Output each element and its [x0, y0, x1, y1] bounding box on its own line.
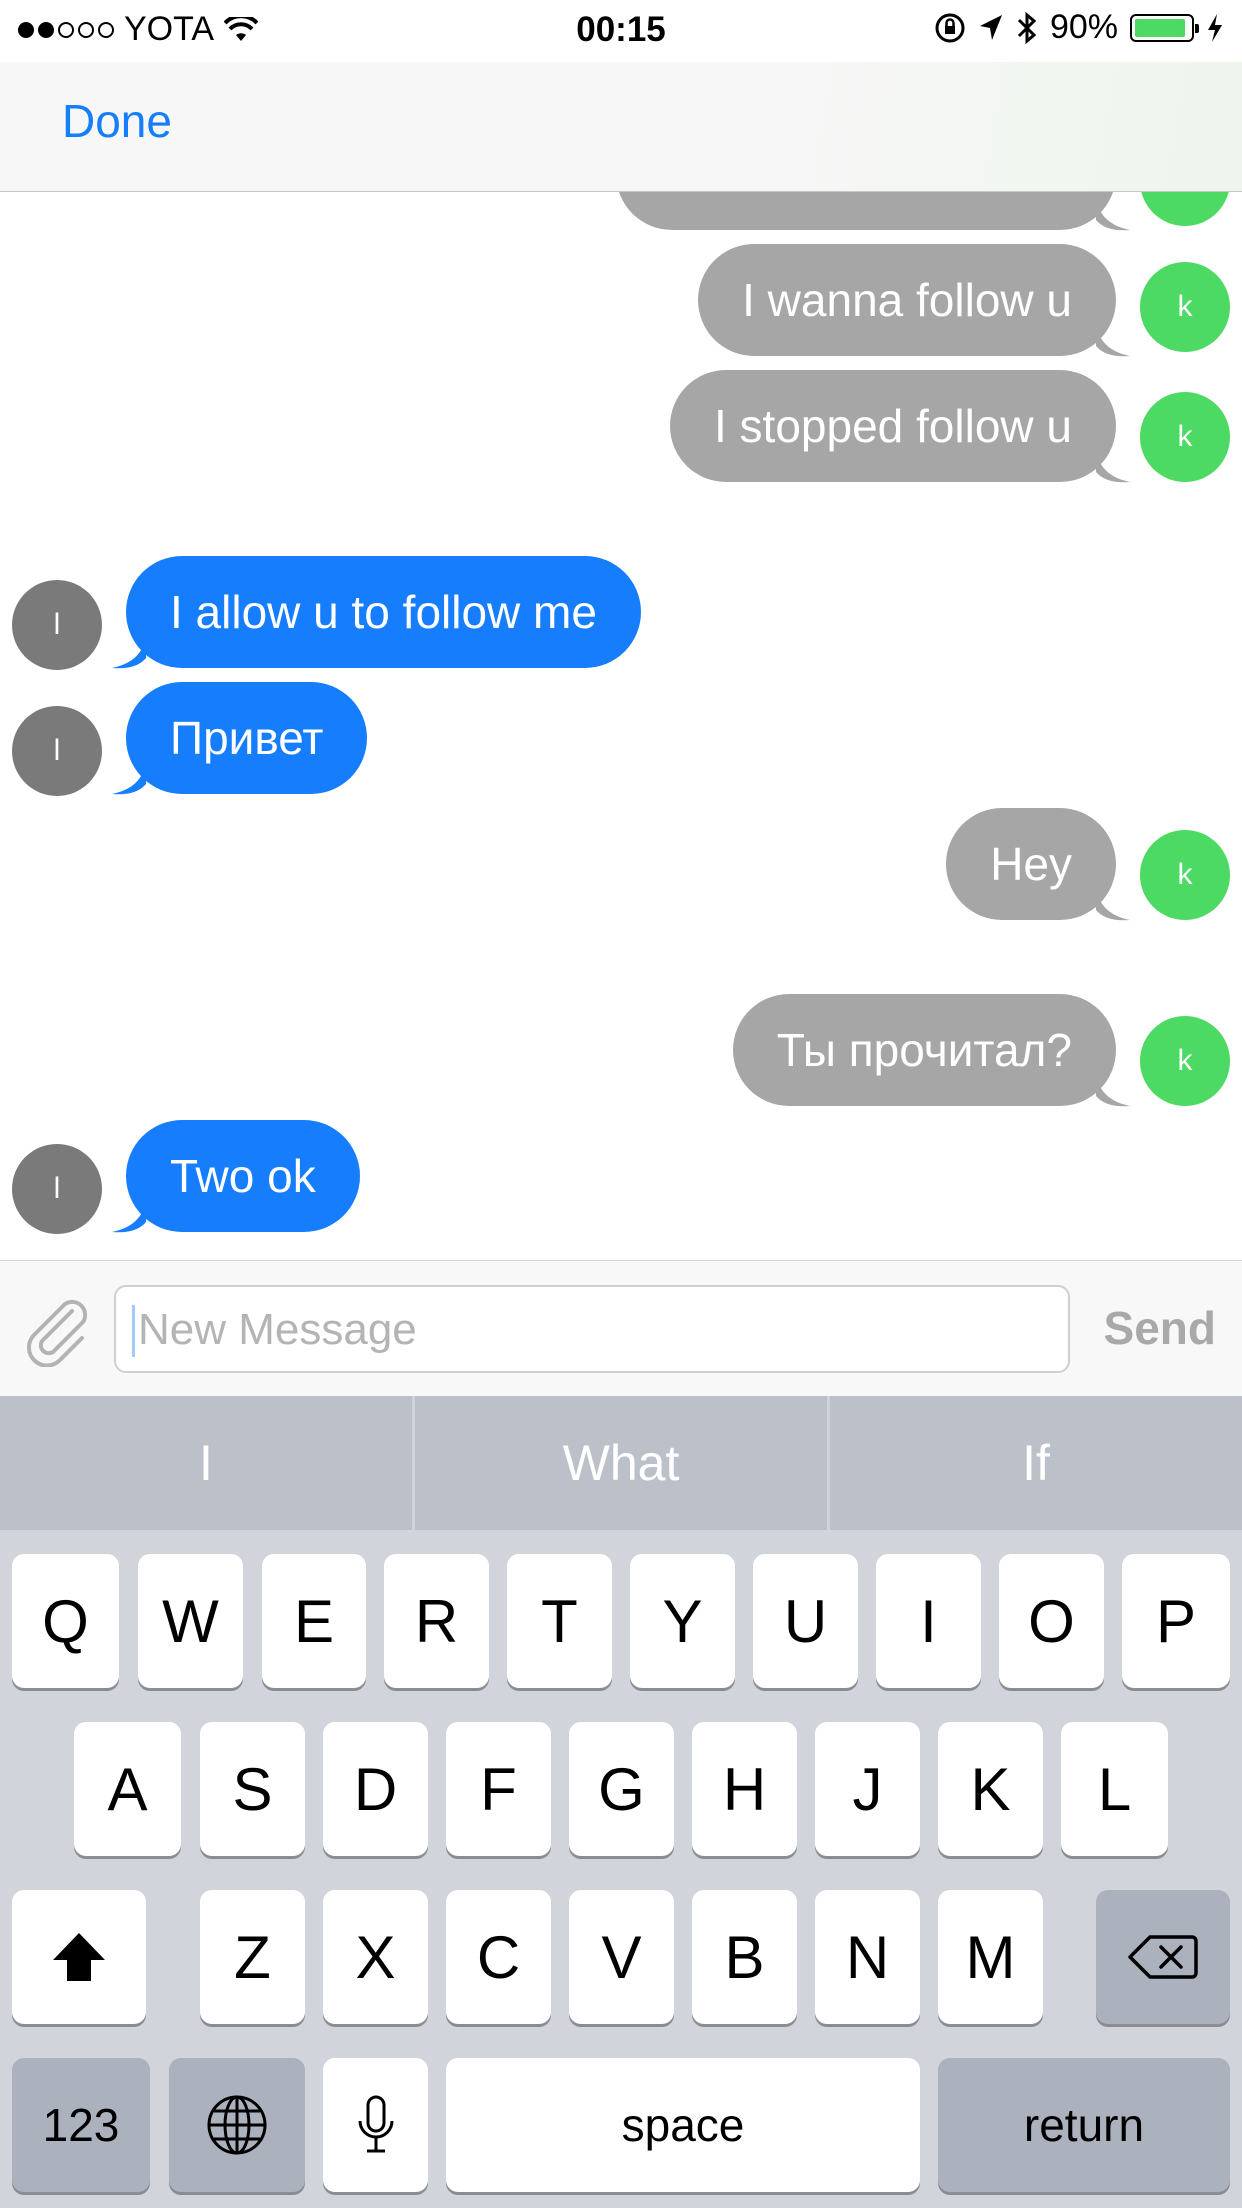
message-input[interactable]: New Message [114, 1285, 1070, 1373]
suggestion-1[interactable]: I [0, 1396, 415, 1530]
keyboard: I What If Q W E R T Y U I O P A S D F G … [0, 1396, 1242, 2208]
key-u[interactable]: U [753, 1554, 858, 1688]
key-l[interactable]: L [1061, 1722, 1168, 1856]
key-b[interactable]: B [692, 1890, 797, 2024]
sender-avatar[interactable]: k [1140, 1016, 1230, 1106]
key-z[interactable]: Z [200, 1890, 305, 2024]
outgoing-bubble[interactable]: I stopped follow u [669, 370, 1116, 482]
navigation-bar: Done [0, 62, 1242, 192]
space-key[interactable]: space [446, 2058, 920, 2192]
key-q[interactable]: Q [12, 1554, 119, 1688]
key-c[interactable]: C [446, 1890, 551, 2024]
battery-percent: 90% [1049, 8, 1118, 46]
shift-key[interactable] [12, 1890, 146, 2024]
sender-avatar[interactable]: k [1140, 262, 1230, 352]
numbers-key[interactable]: 123 [12, 2058, 150, 2192]
key-s[interactable]: S [200, 1722, 305, 1856]
avatar-partial: k [1140, 192, 1230, 226]
key-p[interactable]: P [1122, 1554, 1230, 1688]
key-y[interactable]: Y [630, 1554, 735, 1688]
outgoing-bubble[interactable]: I wanna follow u [698, 244, 1116, 356]
recipient-avatar[interactable]: l [12, 1144, 102, 1234]
orientation-lock-icon [935, 13, 965, 42]
bubble-tail [1096, 450, 1130, 483]
key-i[interactable]: I [876, 1554, 981, 1688]
outgoing-bubble-partial [616, 192, 1116, 230]
battery-icon [1130, 13, 1199, 42]
bubble-tail [1096, 324, 1130, 357]
key-d[interactable]: D [323, 1722, 428, 1856]
bubble-tail [1096, 1074, 1130, 1107]
key-x[interactable]: X [323, 1890, 428, 2024]
key-a[interactable]: A [74, 1722, 181, 1856]
outgoing-bubble[interactable]: Ты прочитал? [732, 994, 1116, 1106]
bubble-tail [1096, 198, 1130, 231]
incoming-bubble[interactable]: Привет [126, 682, 368, 794]
recipient-avatar[interactable]: l [12, 580, 102, 670]
microphone-icon [358, 2095, 393, 2153]
key-h[interactable]: H [692, 1722, 797, 1856]
bluetooth-icon [1017, 11, 1037, 44]
key-r[interactable]: R [384, 1554, 489, 1688]
globe-key[interactable] [169, 2058, 305, 2192]
globe-icon [207, 2095, 267, 2155]
key-v[interactable]: V [569, 1890, 674, 2024]
incoming-bubble[interactable]: Two ok [126, 1120, 360, 1232]
key-o[interactable]: O [999, 1554, 1104, 1688]
suggestion-2[interactable]: What [415, 1396, 830, 1530]
bubble-tail [1096, 888, 1130, 921]
outgoing-bubble[interactable]: Hey [946, 808, 1116, 920]
send-button[interactable]: Send [1104, 1301, 1216, 1355]
status-right: 90% [934, 8, 1224, 47]
microphone-key[interactable] [323, 2058, 428, 2192]
sender-avatar[interactable]: k [1140, 830, 1230, 920]
suggestion-3[interactable]: If [830, 1396, 1242, 1530]
charging-bolt-icon [1208, 13, 1222, 42]
done-button[interactable]: Done [62, 94, 172, 148]
message-placeholder: New Message [138, 1305, 417, 1354]
key-j[interactable]: J [815, 1722, 920, 1856]
key-g[interactable]: G [569, 1722, 674, 1856]
key-m[interactable]: M [938, 1890, 1043, 2024]
location-arrow-icon [979, 14, 1002, 40]
key-f[interactable]: F [446, 1722, 551, 1856]
message-list[interactable]: k I wanna follow u k I stopped follow u … [0, 192, 1242, 1260]
key-n[interactable]: N [815, 1890, 920, 2024]
shift-icon [53, 1933, 105, 1981]
key-e[interactable]: E [262, 1554, 366, 1688]
key-t[interactable]: T [507, 1554, 612, 1688]
recipient-avatar[interactable]: l [12, 706, 102, 796]
suggestion-bar: I What If [0, 1396, 1242, 1530]
return-key[interactable]: return [938, 2058, 1230, 2192]
incoming-bubble[interactable]: I allow u to follow me [126, 556, 641, 668]
status-bar: YOTA 00:15 90% [0, 0, 1242, 62]
backspace-icon [1128, 1935, 1198, 1979]
key-k[interactable]: K [938, 1722, 1043, 1856]
key-w[interactable]: W [138, 1554, 243, 1688]
text-caret [132, 1305, 135, 1357]
message-input-bar: New Message Send [0, 1260, 1242, 1396]
backspace-key[interactable] [1096, 1890, 1230, 2024]
paperclip-icon[interactable] [20, 1291, 96, 1367]
sender-avatar[interactable]: k [1140, 392, 1230, 482]
